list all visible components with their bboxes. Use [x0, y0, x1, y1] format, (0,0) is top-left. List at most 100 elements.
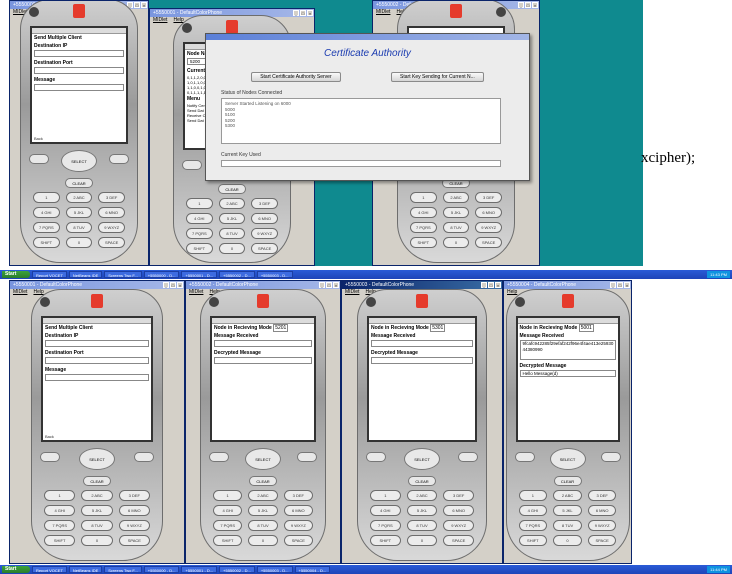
taskbar-item[interactable]: +5550003 - D... [256, 271, 293, 278]
back-softkey[interactable]: Back [34, 136, 43, 141]
clear-key[interactable]: CLEAR [249, 476, 277, 486]
key-8[interactable]: 8 TUV [218, 228, 246, 239]
taskbar-item[interactable]: NetBeans IDE [68, 271, 103, 278]
key-2[interactable]: 2 ABC [442, 192, 470, 203]
key-7[interactable]: 7 PQRS [213, 520, 243, 531]
minimize-icon[interactable]: _ [319, 282, 325, 288]
key-4[interactable]: 4 GHI [33, 207, 60, 218]
key-4[interactable]: 4 GHI [410, 207, 437, 218]
key-0[interactable]: 0 [65, 237, 93, 248]
space-key[interactable]: SPACE [587, 535, 617, 546]
key-0[interactable]: 0 [218, 243, 246, 254]
key-1[interactable]: 1 [33, 192, 60, 203]
start-button[interactable]: Start [2, 566, 30, 573]
key-9[interactable]: 9 WXYZ [443, 520, 474, 531]
decrypted-message-field[interactable] [371, 357, 473, 364]
minimize-icon[interactable]: _ [610, 282, 616, 288]
close-icon[interactable]: × [307, 10, 313, 16]
clear-key[interactable]: CLEAR [553, 476, 582, 486]
key-0[interactable]: 0 [442, 237, 470, 248]
taskbar-item[interactable]: Report VOCET [32, 271, 67, 278]
key-4[interactable]: 4 GHI [370, 505, 401, 516]
key-8[interactable]: 8 TUV [81, 520, 113, 531]
taskbar-item[interactable]: Report VOCET [32, 566, 67, 573]
start-button[interactable]: Start [2, 271, 30, 278]
key-2[interactable]: 2 ABC [65, 192, 93, 203]
key-7[interactable]: 7 PQRS [370, 520, 401, 531]
key-1[interactable]: 1 [410, 192, 437, 203]
key-8[interactable]: 8 TUV [553, 520, 582, 531]
key-5[interactable]: 5 JKL [553, 505, 582, 516]
taskbar-item[interactable]: +5550004 - D... [294, 566, 331, 573]
key-5[interactable]: 5 JKL [406, 505, 438, 516]
maximize-icon[interactable]: □ [170, 282, 176, 288]
minimize-icon[interactable]: _ [481, 282, 487, 288]
dest-ip-input[interactable] [45, 340, 149, 347]
key-0[interactable]: 0 [81, 535, 113, 546]
right-softkey[interactable] [297, 452, 317, 462]
close-icon[interactable]: × [141, 2, 147, 8]
message-input[interactable] [45, 374, 149, 381]
taskbar-item[interactable]: +5550001 - D... [181, 271, 218, 278]
key-7[interactable]: 7 PQRS [518, 520, 548, 531]
maximize-icon[interactable]: □ [617, 282, 623, 288]
clear-key[interactable]: CLEAR [83, 476, 111, 486]
shift-key[interactable]: SHIFT [186, 243, 213, 254]
space-key[interactable]: SPACE [475, 237, 502, 248]
select-key[interactable]: SELECT [245, 448, 281, 470]
key-7[interactable]: 7 PQRS [186, 228, 213, 239]
select-key[interactable]: SELECT [61, 150, 97, 172]
dest-port-input[interactable] [45, 357, 149, 364]
key-5[interactable]: 5 JKL [65, 207, 93, 218]
key-5[interactable]: 5 JKL [81, 505, 113, 516]
key-6[interactable]: 6 MNO [283, 505, 313, 516]
shift-key[interactable]: SHIFT [213, 535, 243, 546]
taskbar-item[interactable]: +5550002 - D... [219, 566, 255, 573]
key-0[interactable]: 0 [248, 535, 278, 546]
taskbar-item[interactable]: +5550000 - D... [143, 566, 180, 573]
minimize-icon[interactable]: _ [518, 2, 524, 8]
message-input[interactable] [34, 84, 124, 91]
menu-midlet[interactable]: MIDlet [13, 289, 27, 295]
right-softkey[interactable] [458, 452, 478, 462]
minimize-icon[interactable]: _ [293, 10, 299, 16]
taskbar-item[interactable]: +5550002 - D... [219, 271, 255, 278]
clear-key[interactable]: CLEAR [408, 476, 436, 486]
start-ca-server-button[interactable]: Start Certificate Authority Server [251, 72, 341, 82]
maximize-icon[interactable]: □ [525, 2, 531, 8]
space-key[interactable]: SPACE [283, 535, 313, 546]
select-key[interactable]: SELECT [79, 448, 115, 470]
maximize-icon[interactable]: □ [488, 282, 494, 288]
taskbar-item[interactable]: +5550003 - D... [256, 566, 293, 573]
key-3[interactable]: 3 DEF [475, 192, 502, 203]
key-1[interactable]: 1 [186, 198, 213, 209]
taskbar-item[interactable]: +5550001 - D... [181, 566, 218, 573]
close-icon[interactable]: × [333, 282, 339, 288]
current-key-field[interactable] [221, 160, 501, 167]
key-6[interactable]: 6 MNO [118, 505, 150, 516]
right-softkey[interactable] [600, 452, 621, 462]
message-received-field[interactable] [371, 340, 473, 347]
key-5[interactable]: 5 JKL [218, 213, 246, 224]
key-1[interactable]: 1 [370, 490, 401, 501]
right-softkey[interactable] [134, 452, 154, 462]
key-9[interactable]: 9 WXYZ [475, 222, 502, 233]
key-7[interactable]: 7 PQRS [33, 222, 60, 233]
shift-key[interactable]: SHIFT [518, 535, 548, 546]
left-softkey[interactable] [514, 452, 535, 462]
select-key[interactable]: SELECT [549, 448, 586, 470]
left-softkey[interactable] [40, 452, 60, 462]
left-softkey[interactable] [182, 160, 202, 170]
key-9[interactable]: 9 WXYZ [587, 520, 617, 531]
back-softkey[interactable]: Back [45, 434, 54, 439]
space-key[interactable]: SPACE [118, 535, 150, 546]
taskbar-item[interactable]: Screens Two F... [104, 271, 142, 278]
start-key-sending-button[interactable]: Start Key Sending for Current N... [391, 72, 484, 82]
minimize-icon[interactable]: _ [163, 282, 169, 288]
key-5[interactable]: 5 JKL [248, 505, 278, 516]
key-3[interactable]: 3 DEF [118, 490, 150, 501]
key-8[interactable]: 8 TUV [406, 520, 438, 531]
menu-midlet[interactable]: MIDlet [376, 9, 390, 15]
key-2[interactable]: 2 ABC [406, 490, 438, 501]
left-softkey[interactable] [29, 154, 49, 164]
